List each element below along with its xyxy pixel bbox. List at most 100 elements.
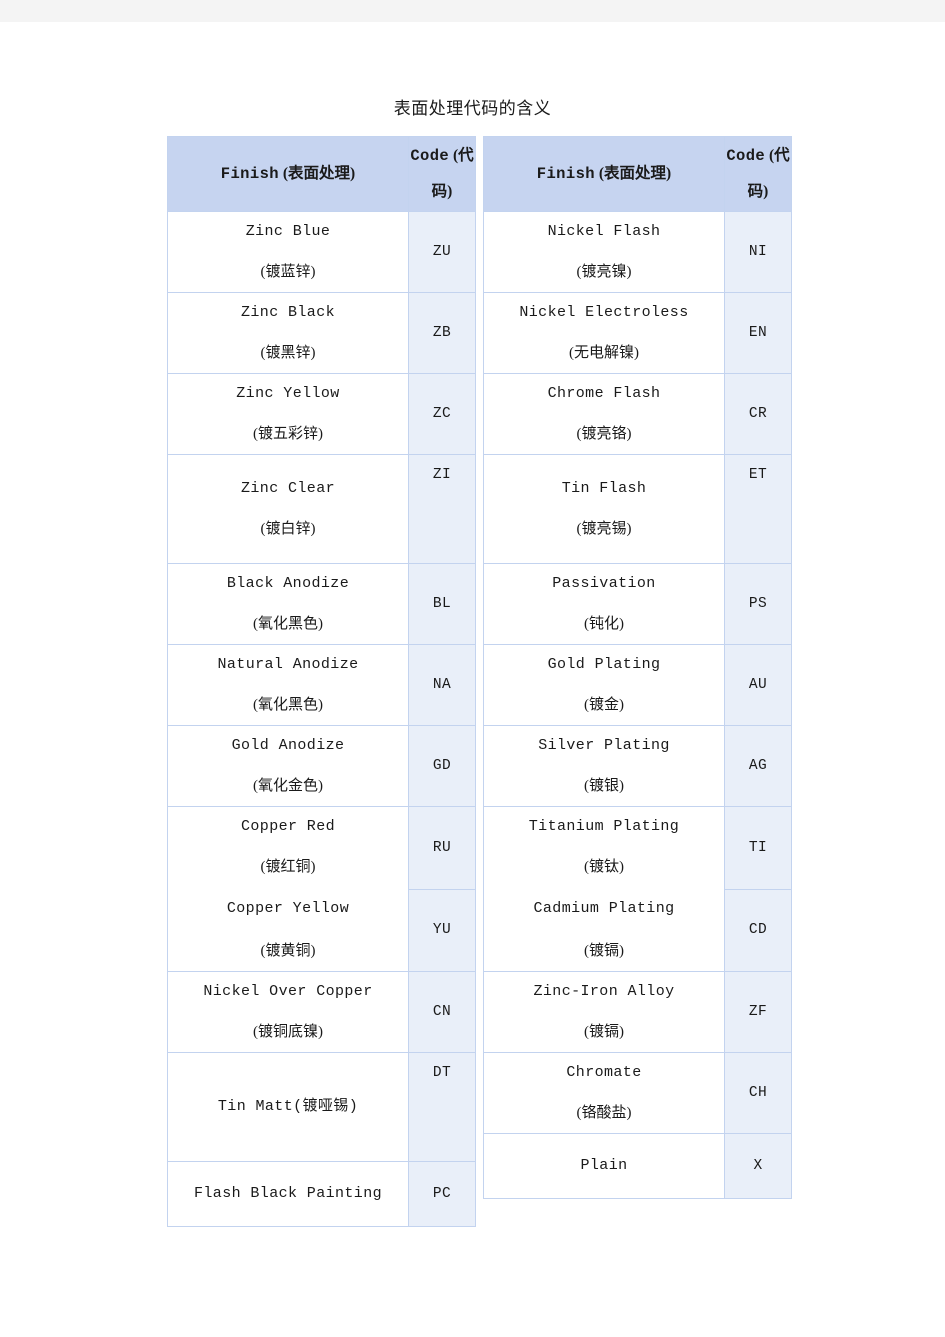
table-row: Silver Plating (镀银) AG [483, 725, 792, 807]
table-row: Copper Red (镀红铜) Copper Yellow (镀黄铜) RU [167, 806, 476, 972]
finish-name-en: Nickel Electroless [519, 304, 689, 321]
table-row: Tin Matt(镀哑锡) DT [167, 1052, 476, 1162]
finish-name-cn: (无电解镍) [569, 345, 639, 361]
code-cell: ZF [724, 971, 792, 1053]
finish-name-en: Chromate [566, 1064, 642, 1081]
finish-name-en: Silver Plating [538, 737, 670, 754]
finish-name-cn: (氧化金色) [253, 778, 323, 794]
table-row: Flash Black Painting PC [167, 1161, 476, 1227]
finish-cell: Tin Matt(镀哑锡) [167, 1052, 409, 1162]
finish-name-en: Zinc Yellow [236, 385, 340, 402]
finish-cell: Natural Anodize (氧化黑色) [167, 644, 409, 726]
finish-cell: Zinc Clear (镀白锌) [167, 454, 409, 564]
code-cell: NI [724, 211, 792, 293]
finish-cell: Gold Anodize (氧化金色) [167, 725, 409, 807]
finish-name-en: Natural Anodize [217, 656, 359, 673]
top-grey-band [0, 0, 945, 22]
finish-cell: Gold Plating (镀金) [483, 644, 725, 726]
table-row: Zinc Clear (镀白锌) ZI [167, 454, 476, 564]
document-page: 表面处理代码的含义 Finish (表面处理) Code (代码) Zinc B… [8, 22, 945, 1337]
finish-code-table-right: Finish (表面处理) Code (代码) Nickel Flash (镀亮镍… [483, 136, 792, 1199]
finish-name-cn-2: (镀黄铜) [260, 943, 316, 959]
finish-cell: Zinc Black (镀黑锌) [167, 292, 409, 374]
code-cell: CR [724, 373, 792, 455]
code-cell: AU [724, 644, 792, 726]
header-finish-en: Finish [536, 165, 595, 183]
table-row: Tin Flash (镀亮锡) ET [483, 454, 792, 564]
finish-name-en: Passivation [552, 575, 656, 592]
code-cell: ZI [408, 454, 476, 564]
table-row: Plain X [483, 1133, 792, 1199]
table-row: Passivation (钝化) PS [483, 563, 792, 645]
finish-cell: Chromate (铬酸盐) [483, 1052, 725, 1134]
finish-cell: Nickel Flash (镀亮镍) [483, 211, 725, 293]
finish-name-en: Black Anodize [226, 575, 350, 592]
finish-name-cn: (镀银) [584, 778, 624, 794]
finish-name-cn: (镀红铜) [260, 859, 316, 875]
table-body-left: Zinc Blue (镀蓝锌) ZU Zinc Black (镀黑锌) ZB Zinc Ye… [167, 211, 476, 1227]
finish-name-cn: (钝化) [584, 616, 624, 632]
table-row: Zinc-Iron Alloy (镀镉) ZF [483, 971, 792, 1053]
table-row: Nickel Electroless (无电解镍) EN [483, 292, 792, 374]
code-cell: PS [724, 563, 792, 645]
finish-name-cn: (镀白锌) [260, 521, 316, 537]
finish-name-en: Chrome Flash [547, 385, 661, 402]
header-finish-cn: (表面处理) [598, 165, 672, 182]
finish-name-cn: (镀镉) [584, 1024, 624, 1040]
finish-name-en: Flash Black Painting [193, 1185, 383, 1202]
code-cell: BL [408, 563, 476, 645]
code-cell: TI [724, 806, 792, 890]
finish-name-en: Titanium Plating [528, 818, 680, 835]
code-cell: RU [408, 806, 476, 890]
code-cell: AG [724, 725, 792, 807]
code-cell: ZB [408, 292, 476, 374]
table-row: Zinc Black (镀黑锌) ZB [167, 292, 476, 374]
header-code: Code (代码) [724, 136, 792, 212]
finish-name-en: Gold Anodize [231, 737, 345, 754]
finish-cell: Copper Red (镀红铜) Copper Yellow (镀黄铜) [167, 806, 409, 972]
finish-name-cn: (铬酸盐) [576, 1105, 632, 1121]
finish-cell: Zinc-Iron Alloy (镀镉) [483, 971, 725, 1053]
finish-name-cn: (镀亮镍) [576, 264, 632, 280]
finish-name-cn: (氧化黑色) [253, 697, 323, 713]
finish-name-cn: (镀蓝锌) [260, 264, 316, 280]
finish-cell: Black Anodize (氧化黑色) [167, 563, 409, 645]
finish-name-en: Nickel Over Copper [203, 983, 373, 1000]
page-title: 表面处理代码的含义 [393, 99, 552, 118]
header-finish: Finish (表面处理) [483, 136, 725, 212]
finish-cell: Zinc Yellow (镀五彩锌) [167, 373, 409, 455]
code-cell: X [724, 1133, 792, 1199]
code-cell: PC [408, 1161, 476, 1227]
header-finish-en: Finish [220, 165, 279, 183]
finish-name-en: Zinc Black [240, 304, 335, 321]
table-header-row: Finish (表面处理) Code (代码) [483, 136, 792, 212]
table-row: Titanium Plating (镀钛) Cadmium Plating (镀镉) T… [483, 806, 792, 972]
finish-cell: Zinc Blue (镀蓝锌) [167, 211, 409, 293]
table-row: Chromate (铬酸盐) CH [483, 1052, 792, 1134]
finish-name-cn: (镀钛) [584, 859, 624, 875]
table-row: Black Anodize (氧化黑色) BL [167, 563, 476, 645]
header-finish-cn: (表面处理) [282, 165, 356, 182]
code-cell: CD [724, 888, 792, 972]
finish-cell: Nickel Electroless (无电解镍) [483, 292, 725, 374]
header-code-en: Code [726, 147, 766, 165]
code-cell: GD [408, 725, 476, 807]
finish-name-en-2: Copper Yellow [226, 900, 350, 917]
finish-cell: Silver Plating (镀银) [483, 725, 725, 807]
finish-name-cn: (氧化黑色) [253, 616, 323, 632]
code-cell: ZU [408, 211, 476, 293]
header-code-en: Code [410, 147, 450, 165]
finish-name-en: Gold Plating [547, 656, 661, 673]
finish-name-en: Copper Red [240, 818, 335, 835]
finish-name-en: Plain [580, 1157, 628, 1174]
code-cell: NA [408, 644, 476, 726]
finish-name-cn: (镀五彩锌) [253, 426, 323, 442]
finish-name-cn: (镀铜底镍) [253, 1024, 323, 1040]
finish-name-cn: (镀金) [584, 697, 624, 713]
finish-cell: Chrome Flash (镀亮铬) [483, 373, 725, 455]
finish-name-cn: (镀亮铬) [576, 426, 632, 442]
code-cell: CN [408, 971, 476, 1053]
code-cell: YU [408, 888, 476, 972]
table-row: Gold Plating (镀金) AU [483, 644, 792, 726]
finish-name-cn: (镀亮锡) [576, 521, 632, 537]
